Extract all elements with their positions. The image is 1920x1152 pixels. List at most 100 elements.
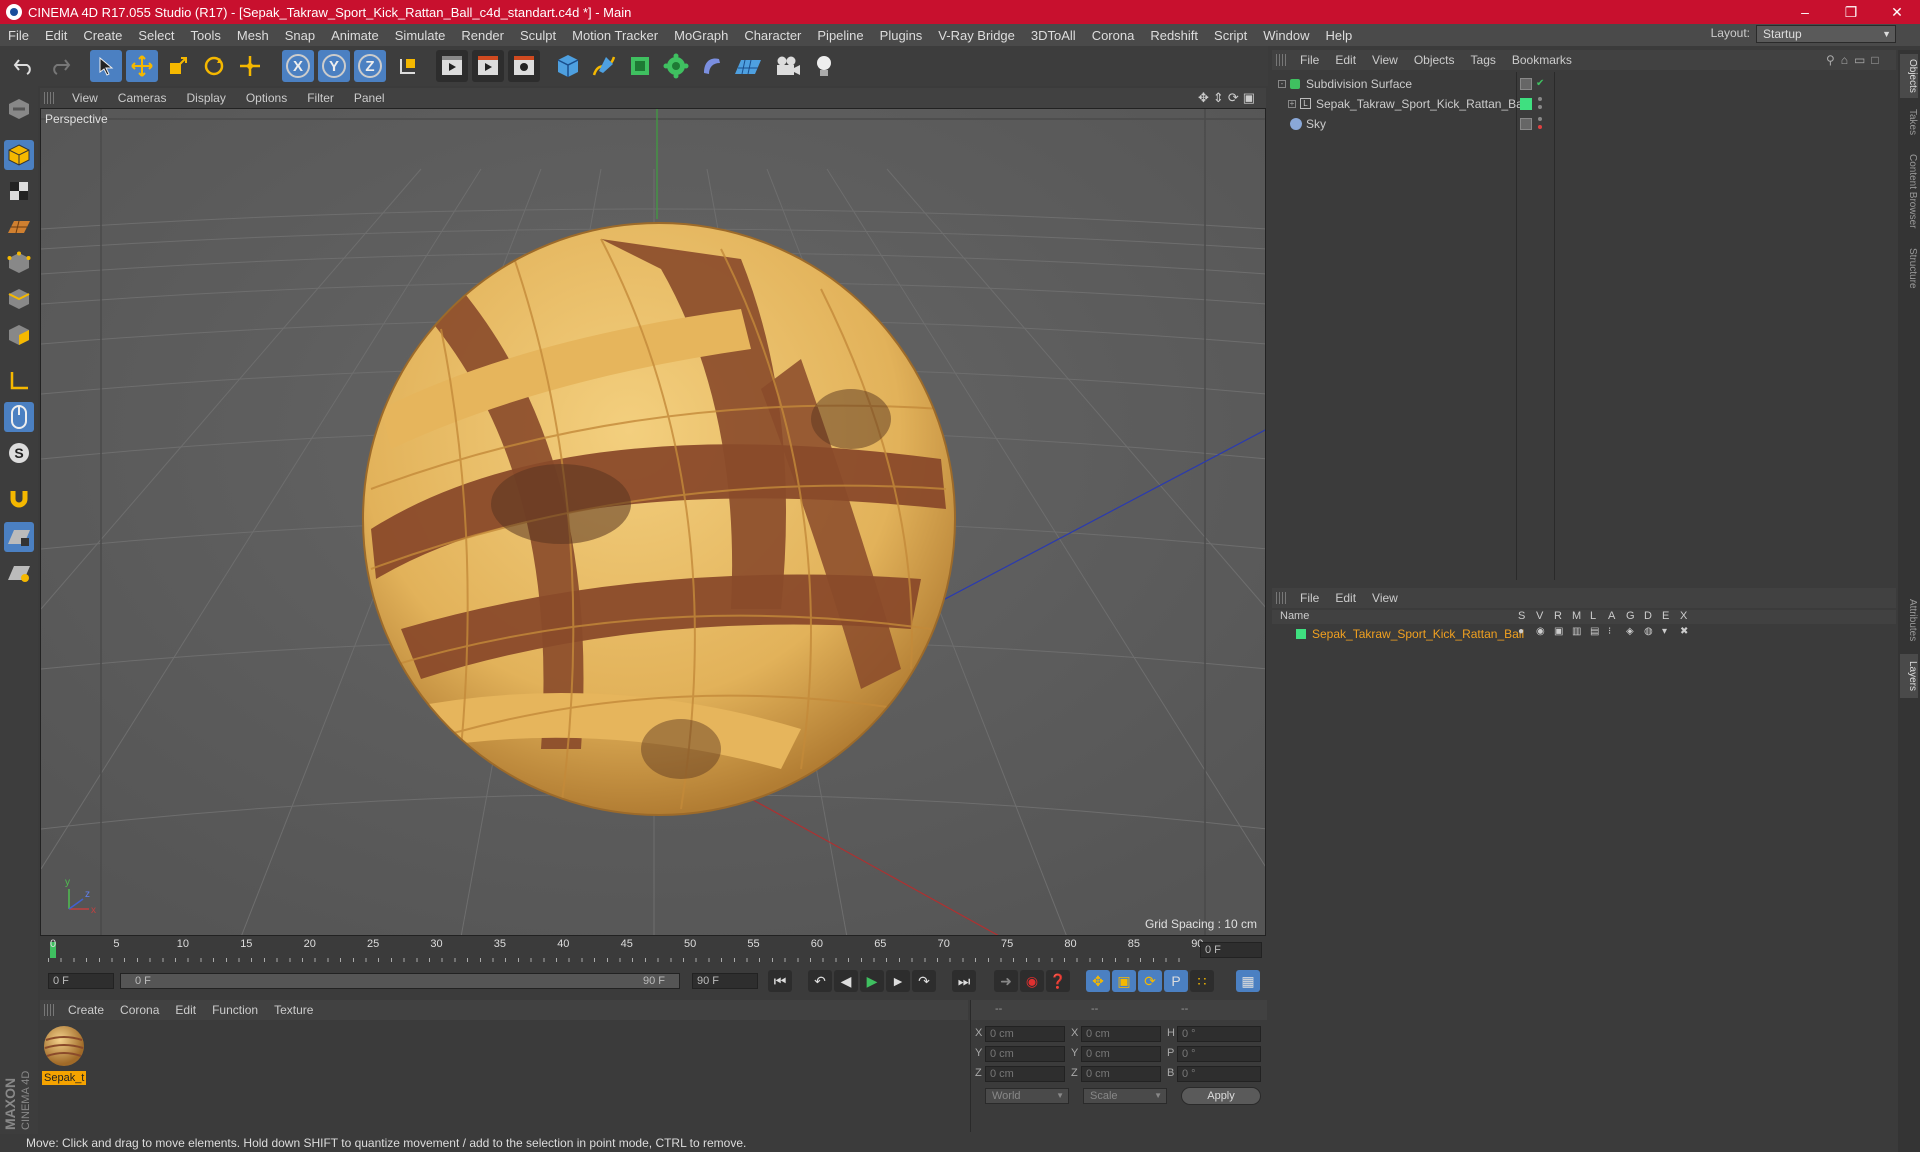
material-menu-texture[interactable]: Texture xyxy=(266,1003,321,1017)
menu-window[interactable]: Window xyxy=(1255,28,1317,43)
menu-help[interactable]: Help xyxy=(1318,28,1361,43)
y-axis-lock-button[interactable]: Y xyxy=(318,50,350,82)
light-button[interactable] xyxy=(808,50,840,82)
layer-column-s[interactable]: S xyxy=(1518,610,1525,622)
autokey-button[interactable]: ❓ xyxy=(1046,970,1070,992)
viewport-menu-display[interactable]: Display xyxy=(176,91,235,105)
play-button[interactable]: ▶ xyxy=(860,970,884,992)
menu-v-ray-bridge[interactable]: V-Ray Bridge xyxy=(930,28,1023,43)
coord-field[interactable]: 0 cm xyxy=(1081,1066,1161,1082)
side-tab-layers[interactable]: Layers xyxy=(1900,654,1918,698)
workplane-mode-button[interactable] xyxy=(4,212,34,242)
coord-field[interactable]: 0 cm xyxy=(1081,1046,1161,1062)
floor-button[interactable] xyxy=(732,50,764,82)
layer-menu-view[interactable]: View xyxy=(1364,591,1406,605)
material-menu-create[interactable]: Create xyxy=(60,1003,112,1017)
viewport-menu-cameras[interactable]: Cameras xyxy=(108,91,177,105)
menu-pipeline[interactable]: Pipeline xyxy=(809,28,871,43)
menu-character[interactable]: Character xyxy=(736,28,809,43)
material-thumbnail[interactable]: Sepak_t xyxy=(42,1024,86,1085)
visibility-dot-icon[interactable] xyxy=(1538,97,1542,101)
minimize-button[interactable]: – xyxy=(1782,0,1828,24)
layer-generators-icon[interactable]: ◈ xyxy=(1626,626,1634,637)
home-icon[interactable]: ⌂ xyxy=(1841,53,1848,67)
dolly-view-icon[interactable]: ⇕ xyxy=(1213,90,1224,106)
coord-field[interactable]: 0 ° xyxy=(1177,1026,1261,1042)
layer-column-a[interactable]: A xyxy=(1608,610,1615,622)
viewport-menu-view[interactable]: View xyxy=(62,91,108,105)
menu-motion-tracker[interactable]: Motion Tracker xyxy=(564,28,666,43)
pan-view-icon[interactable]: ✥ xyxy=(1198,90,1209,106)
coord-field[interactable]: 0 cm xyxy=(1081,1026,1161,1042)
expand-icon[interactable]: + xyxy=(1288,100,1296,108)
edges-mode-button[interactable] xyxy=(4,284,34,314)
coord-field[interactable]: 0 ° xyxy=(1177,1066,1261,1082)
orbit-view-icon[interactable]: ⟳ xyxy=(1228,90,1239,106)
previous-key-button[interactable]: ↶ xyxy=(808,970,832,992)
object-menu-tags[interactable]: Tags xyxy=(1463,53,1504,67)
render-view-button[interactable] xyxy=(436,50,468,82)
close-button[interactable]: ✕ xyxy=(1874,0,1920,24)
render-picture-viewer-button[interactable] xyxy=(472,50,504,82)
object-row-sky[interactable]: Sky xyxy=(1272,114,1896,134)
key-position-button[interactable]: ✥ xyxy=(1086,970,1110,992)
record-button[interactable]: ◉ xyxy=(1020,970,1044,992)
coord-field[interactable]: 0 cm xyxy=(985,1046,1065,1062)
render-dot-icon[interactable] xyxy=(1538,105,1542,109)
coord-field[interactable]: 0 cm xyxy=(985,1066,1065,1082)
workplane-align-button[interactable] xyxy=(4,558,34,588)
texture-mode-button[interactable] xyxy=(4,176,34,206)
redo-button[interactable] xyxy=(44,50,76,82)
coord-field[interactable]: 0 cm xyxy=(985,1026,1065,1042)
object-menu-view[interactable]: View xyxy=(1364,53,1406,67)
layer-column-e[interactable]: E xyxy=(1662,610,1669,622)
maximize-view-icon[interactable]: ▣ xyxy=(1243,90,1255,106)
layer-column-v[interactable]: V xyxy=(1536,610,1543,622)
coordinate-system-button[interactable] xyxy=(392,50,424,82)
select-arrow-tool[interactable] xyxy=(90,50,122,82)
subdivision-surface-button[interactable] xyxy=(624,50,656,82)
end-frame-field[interactable]: 90 F xyxy=(692,973,758,989)
viewport-menu-panel[interactable]: Panel xyxy=(344,91,395,105)
go-to-end-button[interactable]: ⏭ xyxy=(952,970,976,992)
layer-column-m[interactable]: M xyxy=(1572,610,1581,622)
menu-simulate[interactable]: Simulate xyxy=(387,28,454,43)
close-panel-icon[interactable]: □ xyxy=(1871,53,1878,67)
menu-tools[interactable]: Tools xyxy=(183,28,229,43)
cloner-button[interactable] xyxy=(660,50,692,82)
key-pla-button[interactable]: ∷ xyxy=(1190,970,1214,992)
scale-tool[interactable] xyxy=(162,50,194,82)
layer-deformers-icon[interactable]: ◍ xyxy=(1644,626,1653,637)
display-tag-icon[interactable] xyxy=(1520,118,1532,130)
key-scale-button[interactable]: ▣ xyxy=(1112,970,1136,992)
minimize-panel-icon[interactable]: ▭ xyxy=(1854,53,1865,67)
menu-sculpt[interactable]: Sculpt xyxy=(512,28,564,43)
scale-dropdown[interactable]: Scale ▼ xyxy=(1083,1088,1167,1104)
keyframe-selection-button[interactable]: ➜ xyxy=(994,970,1018,992)
snap-s-button[interactable]: S xyxy=(4,438,34,468)
perspective-viewport[interactable]: y z x Perspective Grid Spacing : 10 cm xyxy=(40,108,1266,936)
layer-column-x[interactable]: X xyxy=(1680,610,1687,622)
layer-column-d[interactable]: D xyxy=(1644,610,1652,622)
key-rotation-button[interactable]: ⟳ xyxy=(1138,970,1162,992)
move-tool[interactable] xyxy=(126,50,158,82)
menu-3dtoall[interactable]: 3DToAll xyxy=(1023,28,1084,43)
menu-script[interactable]: Script xyxy=(1206,28,1255,43)
undo-button[interactable] xyxy=(8,50,40,82)
axis-mode-button[interactable] xyxy=(4,366,34,396)
magnet-snap-button[interactable] xyxy=(4,484,34,514)
object-menu-objects[interactable]: Objects xyxy=(1406,53,1463,67)
layer-xref-icon[interactable]: ✖ xyxy=(1680,626,1688,637)
cube-primitive-button[interactable] xyxy=(552,50,584,82)
object-menu-bookmarks[interactable]: Bookmarks xyxy=(1504,53,1580,67)
viewport-menu-options[interactable]: Options xyxy=(236,91,297,105)
tweak-mode-button[interactable] xyxy=(4,402,34,432)
menu-plugins[interactable]: Plugins xyxy=(872,28,931,43)
coord-field[interactable]: 0 ° xyxy=(1177,1046,1261,1062)
layer-column-r[interactable]: R xyxy=(1554,610,1562,622)
spline-pen-button[interactable] xyxy=(588,50,620,82)
menu-mesh[interactable]: Mesh xyxy=(229,28,277,43)
previous-frame-button[interactable]: ◀ xyxy=(834,970,858,992)
object-row-ball[interactable]: + L Sepak_Takraw_Sport_Kick_Rattan_Ball xyxy=(1272,94,1896,114)
rotate-tool[interactable] xyxy=(198,50,230,82)
